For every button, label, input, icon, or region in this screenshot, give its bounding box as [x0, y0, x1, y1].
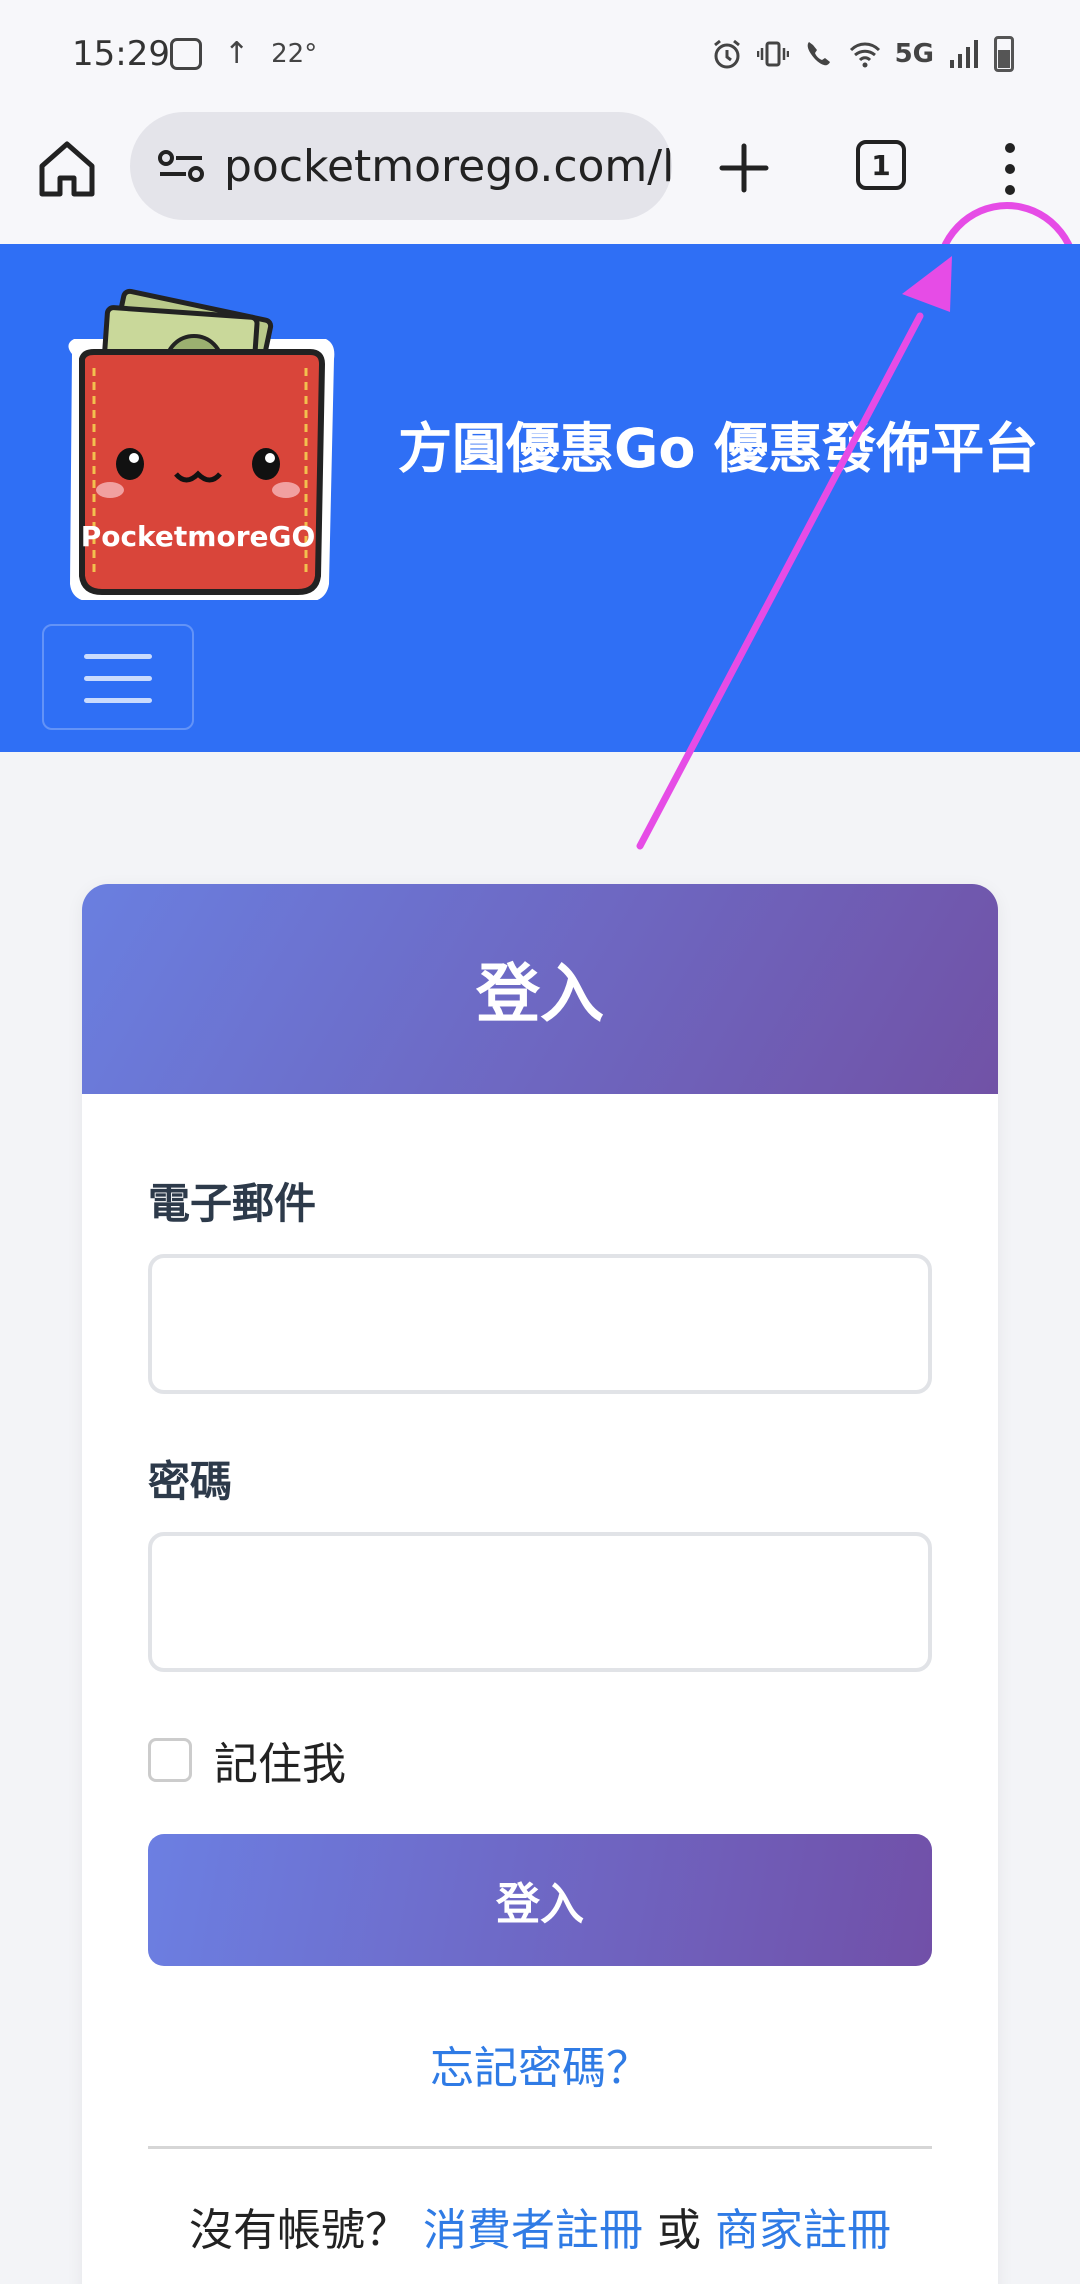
email-field[interactable] — [148, 1254, 932, 1394]
divider — [148, 2146, 932, 2149]
hamburger-line — [84, 676, 152, 681]
status-time: 15:29 — [72, 34, 170, 74]
consumer-register-link[interactable]: 消費者註冊 — [423, 2205, 643, 2256]
merchant-register-link[interactable]: 商家註冊 — [715, 2205, 891, 2256]
site-header: PocketmoreGO 方圓優惠Go 優惠發佈平台 — [0, 244, 1080, 752]
new-tab-icon[interactable] — [712, 136, 776, 200]
url-text[interactable]: pocketmorego.com/lo — [224, 141, 672, 192]
upload-icon: ↑ — [224, 36, 250, 71]
battery-icon — [994, 36, 1014, 72]
tab-switcher-button[interactable]: 1 — [856, 140, 906, 190]
login-button[interactable]: 登入 — [148, 1834, 932, 1966]
wallet-logo[interactable]: PocketmoreGO — [44, 284, 360, 600]
wifi-icon — [849, 42, 880, 68]
network-type: 5G — [894, 39, 934, 69]
password-label: 密碼 — [148, 1457, 233, 1506]
hamburger-menu-button[interactable] — [42, 624, 194, 730]
hamburger-line — [84, 698, 152, 703]
forgot-password-link[interactable]: 忘記密碼？ — [82, 2032, 998, 2096]
status-bar: 15:29 ↑ 22° 5G — [0, 0, 1080, 112]
remember-me-label[interactable]: 記住我 — [214, 1728, 346, 1792]
wifi-call-icon — [807, 42, 830, 66]
or-text: 或 — [657, 2205, 701, 2256]
login-title: 登入 — [476, 958, 604, 1032]
login-card: 登入 電子郵件 密碼 記住我 登入 忘記密碼？ 沒有帳號？ 消費者註冊 或 商家… — [82, 884, 998, 2284]
password-field[interactable] — [148, 1532, 932, 1672]
site-settings-icon[interactable] — [156, 146, 206, 186]
signal-icon — [950, 40, 978, 68]
no-account-text: 沒有帳號？ — [189, 2205, 409, 2256]
home-icon[interactable] — [34, 136, 100, 202]
address-bar[interactable]: pocketmorego.com/lo — [130, 112, 672, 220]
site-title: 方圓優惠Go 優惠發佈平台 — [398, 417, 1039, 480]
svg-text:PocketmoreGO: PocketmoreGO — [81, 520, 316, 553]
temperature: 22° — [271, 39, 318, 69]
browser-toolbar: pocketmorego.com/lo 1 — [0, 112, 1080, 354]
screenshot-notification-icon — [170, 38, 202, 70]
remember-me-checkbox[interactable] — [148, 1738, 192, 1782]
login-card-header: 登入 — [82, 884, 998, 1094]
alarm-icon — [713, 39, 740, 69]
status-left-icons: ↑ 22° — [170, 38, 317, 70]
more-options-icon[interactable] — [990, 134, 1030, 204]
email-label: 電子郵件 — [148, 1179, 317, 1228]
vibrate-icon — [756, 41, 789, 67]
remember-me[interactable]: 記住我 — [148, 1728, 346, 1792]
signup-row: 沒有帳號？ 消費者註冊 或 商家註冊 — [82, 2194, 998, 2258]
status-right-icons: 5G — [711, 36, 1014, 72]
hamburger-line — [84, 654, 152, 659]
